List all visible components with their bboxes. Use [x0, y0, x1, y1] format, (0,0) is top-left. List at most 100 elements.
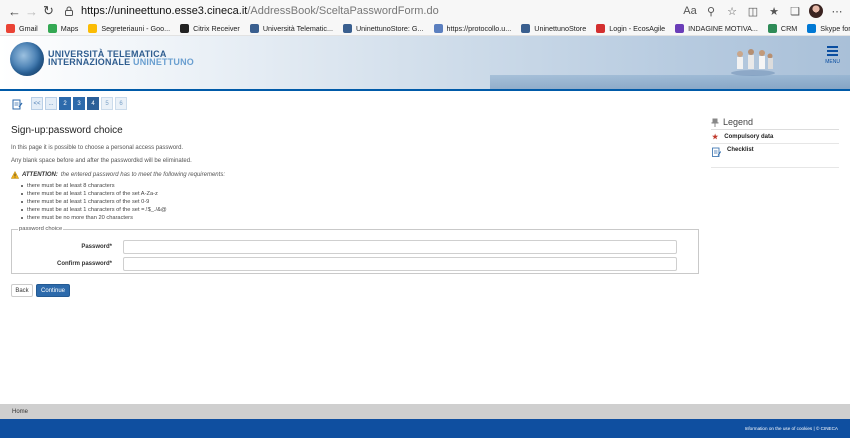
legend-title-text: Legend — [723, 117, 754, 127]
favorite-icon[interactable]: ☆ — [725, 4, 739, 18]
bookmark-icon — [342, 24, 352, 33]
attention-label: ATTENTION: — [22, 172, 58, 178]
password-requirements: there must be at least 8 characters ther… — [21, 182, 701, 222]
bookmark-label: Maps — [60, 24, 79, 33]
bookmark-icon — [180, 24, 190, 33]
back-button[interactable]: Back — [11, 284, 33, 297]
header-sea-image — [490, 75, 850, 89]
step-prev[interactable]: << — [31, 97, 43, 110]
browser-toolbar: ← → ↻ https://unineettuno.esse3.cineca.i… — [0, 0, 850, 22]
bookmark[interactable]: UninettunoStore: G... — [342, 24, 424, 33]
bookmark-icon — [433, 24, 443, 33]
asterisk-icon: ★ — [712, 133, 719, 141]
zoom-icon[interactable]: ⚲ — [704, 4, 718, 18]
continue-button[interactable]: Continue — [36, 284, 70, 297]
site-header: UNIVERSITÀ TELEMATICA INTERNAZIONALE UNI… — [0, 36, 850, 89]
footer-bar: Information on the use of cookies | © CI… — [0, 419, 850, 438]
bookmark[interactable]: UninettunoStore — [521, 24, 586, 33]
legend-compulsory-label: Compulsory data — [724, 133, 774, 140]
url-path: /AddressBook/SceltaPasswordForm.do — [247, 5, 439, 17]
bookmark[interactable]: Università Telematic... — [249, 24, 333, 33]
requirement-item: there must be at least 1 characters of t… — [21, 206, 701, 214]
checklist-icon — [712, 147, 721, 157]
step-3[interactable]: 3 — [73, 97, 85, 110]
more-icon[interactable]: ⋯ — [830, 4, 844, 18]
bookmark-label: Skype for Business — [820, 24, 850, 33]
url-host: https://unineettuno.esse3.cineca.it — [81, 5, 248, 17]
bookmark-label: Login - EcosAgile — [609, 24, 666, 33]
logo-accent: UNINETTUNO — [133, 57, 195, 67]
legend-checklist-label: Checklist — [727, 147, 754, 153]
bookmark-label: https://protocollo.u... — [446, 24, 512, 33]
step-2[interactable]: 2 — [59, 97, 71, 110]
bookmark[interactable]: Skype for Business — [807, 24, 850, 33]
step-6[interactable]: 6 — [115, 97, 127, 110]
intro-text: In this page it is possible to choose a … — [11, 145, 184, 151]
step-5[interactable]: 5 — [101, 97, 113, 110]
page-title: Sign-up:password choice — [11, 125, 123, 136]
site-logo[interactable]: UNIVERSITÀ TELEMATICA INTERNAZIONALE UNI… — [48, 50, 195, 67]
bookmark-label: Citrix Receiver — [193, 24, 240, 33]
bookmark[interactable]: Segreteriauni - Goo... — [88, 24, 170, 33]
legend-panel: Legend ★ Compulsory data Checklist — [711, 117, 839, 168]
legend-title: Legend — [711, 117, 839, 130]
bookmark-label: Università Telematic... — [262, 24, 333, 33]
clipboard-icon — [12, 99, 23, 109]
menu-button[interactable]: MENU — [825, 46, 840, 65]
blank-space-note: Any blank space before and after the pas… — [11, 158, 192, 164]
read-aloud-icon[interactable]: A​a — [683, 4, 697, 18]
lock-icon — [65, 6, 73, 16]
legend-checklist[interactable]: Checklist — [711, 144, 839, 168]
confirm-password-input[interactable] — [123, 257, 677, 271]
attention-notice: ATTENTION: the entered password has to m… — [11, 171, 701, 179]
refresh-icon[interactable]: ↻ — [40, 0, 57, 22]
bookmark[interactable]: https://protocollo.u... — [433, 24, 512, 33]
bookmark-label: UninettunoStore — [534, 24, 587, 33]
favorites-list-icon[interactable]: ★ — [767, 4, 781, 18]
bookmark-icon — [675, 24, 685, 33]
requirement-item: there must be at least 8 characters — [21, 182, 701, 190]
password-fieldset: password choice Password* Confirm passwo… — [11, 226, 699, 274]
cookies-info-link[interactable]: Information on the use of cookies | © CI… — [745, 426, 838, 431]
step-ellipsis[interactable]: ... — [45, 97, 57, 110]
step-4-current[interactable]: 4 — [87, 97, 99, 110]
header-people-image — [731, 49, 775, 76]
logo-line-2: INTERNAZIONALE — [48, 57, 131, 67]
password-input[interactable] — [123, 240, 677, 254]
bookmark-label: CRM — [780, 24, 798, 33]
bookmark[interactable]: INDAGINE MOTIVA... — [675, 24, 758, 33]
form-actions: Back Continue — [11, 284, 701, 297]
bookmark[interactable]: Citrix Receiver — [180, 24, 240, 33]
requirement-item: there must be at least 1 characters of t… — [21, 190, 701, 198]
hamburger-bar — [827, 50, 839, 52]
bookmark-label: Segreteriauni - Goo... — [101, 24, 171, 33]
bookmark-icon — [6, 24, 15, 33]
home-link[interactable]: Home — [12, 409, 28, 415]
bookmark-icon — [521, 24, 531, 33]
attention-text: the entered password has to meet the fol… — [60, 172, 225, 178]
forward-icon[interactable]: → — [23, 0, 40, 22]
address-bar[interactable]: https://unineettuno.esse3.cineca.it/Addr… — [63, 2, 683, 20]
bookmark[interactable]: Login - EcosAgile — [596, 24, 665, 33]
back-icon[interactable]: ← — [6, 0, 23, 22]
bookmark[interactable]: CRM — [767, 24, 798, 33]
bookmark[interactable]: Gmail — [6, 24, 38, 33]
bookmarks-bar: Gmail Maps Segreteriauni - Goo... Citrix… — [0, 22, 850, 36]
collections-icon[interactable]: ❏ — [788, 4, 802, 18]
bookmark-icon — [767, 24, 777, 33]
bookmark[interactable]: Maps — [47, 24, 79, 33]
globe-logo-icon[interactable] — [10, 42, 44, 76]
bookmark-icon — [596, 24, 606, 33]
requirement-item: there must be no more than 20 characters — [21, 214, 701, 222]
bookmark-icon — [249, 24, 259, 33]
warning-icon — [11, 171, 19, 179]
bookmark-label: UninettunoStore: G... — [355, 24, 424, 33]
bookmark-icon — [807, 24, 817, 33]
bookmark-icon — [88, 24, 98, 33]
bookmark-icon — [47, 24, 57, 33]
split-screen-icon[interactable]: ◫ — [746, 4, 760, 18]
hamburger-bar — [827, 54, 839, 56]
requirement-item: there must be at least 1 characters of t… — [21, 198, 701, 206]
confirm-password-row: Confirm password* — [12, 257, 698, 271]
profile-avatar[interactable] — [809, 4, 823, 18]
